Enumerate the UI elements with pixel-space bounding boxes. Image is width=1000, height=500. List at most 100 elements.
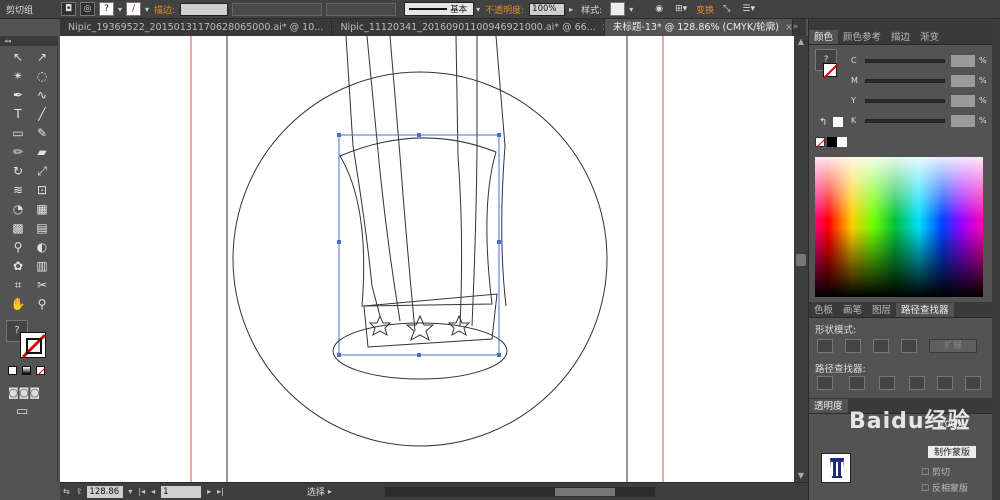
document-canvas[interactable] bbox=[60, 36, 794, 482]
artboard-nav-icon[interactable]: ⇆ bbox=[60, 487, 73, 496]
hand-icon[interactable]: ✋ bbox=[8, 295, 28, 313]
none-mode-icon[interactable] bbox=[36, 366, 47, 377]
collapse-tabs-icon[interactable]: » bbox=[793, 19, 806, 36]
stroke-swatch[interactable]: / bbox=[126, 2, 142, 16]
trim-button[interactable] bbox=[849, 376, 865, 390]
invert-mask-checkbox[interactable]: ☐ 反相蒙版 bbox=[921, 481, 968, 494]
fill-swatch[interactable]: ? bbox=[99, 2, 115, 16]
first-page-icon[interactable]: |◂ bbox=[135, 487, 148, 496]
selection-tool-icon[interactable]: ↖ bbox=[8, 48, 28, 66]
outline-button[interactable] bbox=[937, 376, 953, 390]
eyedropper-icon[interactable]: ⚲ bbox=[8, 238, 28, 256]
white-swatch[interactable] bbox=[837, 137, 847, 147]
symbol-sprayer-icon[interactable]: ✿ bbox=[8, 257, 28, 275]
crop-button[interactable] bbox=[909, 376, 925, 390]
divide-button[interactable] bbox=[817, 376, 833, 390]
slice-icon[interactable]: ✂ bbox=[32, 276, 52, 294]
scale-icon[interactable]: ⤢ bbox=[32, 162, 52, 180]
screen-mode-icon[interactable]: ▭ bbox=[16, 404, 28, 419]
blend-icon[interactable]: ◐ bbox=[32, 238, 52, 256]
perspective-grid-icon[interactable]: ▦ bbox=[32, 200, 52, 218]
opacity-label[interactable]: 不透明度: bbox=[482, 3, 527, 16]
color-spectrum[interactable] bbox=[815, 157, 983, 297]
rotate-icon[interactable]: ↻ bbox=[8, 162, 28, 180]
clip-checkbox[interactable]: ☐ 剪切 bbox=[921, 465, 950, 478]
intersect-button[interactable] bbox=[873, 339, 889, 353]
menu-icon[interactable]: ☰▾ bbox=[736, 4, 761, 14]
black-swatch[interactable] bbox=[827, 137, 837, 147]
gradient-icon[interactable]: ▤ bbox=[32, 219, 52, 237]
scroll-thumb[interactable] bbox=[796, 254, 806, 266]
close-icon[interactable]: × bbox=[785, 22, 792, 33]
horizontal-scrollbar[interactable] bbox=[384, 486, 655, 497]
rectangle-icon[interactable]: ▭ bbox=[8, 124, 28, 142]
flip-icon[interactable]: ⤡ bbox=[717, 4, 736, 14]
next-page-icon[interactable]: ▸ bbox=[204, 487, 214, 496]
tab-color[interactable]: 颜色 bbox=[809, 30, 839, 44]
align-icon[interactable]: ⊞▾ bbox=[669, 4, 693, 14]
make-mask-button[interactable]: 制作蒙版 bbox=[927, 445, 977, 459]
prev-page-icon[interactable]: ◂ bbox=[148, 487, 158, 496]
isolate-icon[interactable]: ◘ bbox=[61, 2, 77, 16]
opacity-field[interactable]: 100% bbox=[529, 2, 566, 16]
variable-width-select[interactable] bbox=[232, 2, 323, 16]
tools-panel-header[interactable]: ◂◂ bbox=[0, 36, 57, 46]
merge-button[interactable] bbox=[879, 376, 895, 390]
tab-gradient[interactable]: 渐变 bbox=[915, 30, 944, 44]
dock-header[interactable] bbox=[809, 19, 1000, 30]
expand-button[interactable]: 扩展 bbox=[929, 339, 977, 353]
line-icon[interactable]: ╱ bbox=[32, 105, 52, 123]
minus-back-button[interactable] bbox=[965, 376, 981, 390]
artboard-icon[interactable]: ⌗ bbox=[8, 276, 28, 294]
none-swatch[interactable] bbox=[815, 137, 827, 149]
tab-layers[interactable]: 图层 bbox=[867, 303, 896, 317]
curvature-icon[interactable]: ∿ bbox=[32, 86, 52, 104]
magenta-slider[interactable]: M% bbox=[831, 75, 996, 87]
transform-link[interactable]: 变换 bbox=[693, 3, 717, 16]
eraser-icon[interactable]: ▰ bbox=[32, 143, 52, 161]
profile-dropdown-icon[interactable]: ▾ bbox=[474, 5, 482, 14]
export-icon[interactable]: ⇪ bbox=[73, 487, 86, 496]
tab-transparency[interactable]: 透明度 bbox=[809, 399, 848, 413]
exclude-button[interactable] bbox=[901, 339, 917, 353]
shape-builder-icon[interactable]: ◔ bbox=[8, 200, 28, 218]
paintbrush-icon[interactable]: ✎ bbox=[32, 124, 52, 142]
tab-brushes[interactable]: 画笔 bbox=[838, 303, 867, 317]
zoom-dropdown-icon[interactable]: ▾ bbox=[125, 487, 135, 496]
mode-arrow-icon[interactable]: ▸ bbox=[325, 487, 335, 496]
free-transform-icon[interactable]: ⊡ bbox=[32, 181, 52, 199]
style-dropdown-icon[interactable]: ▾ bbox=[627, 5, 635, 14]
magic-wand-icon[interactable]: ✴ bbox=[8, 67, 28, 85]
page-field[interactable]: 1 bbox=[161, 485, 202, 498]
transparency-thumbnail[interactable] bbox=[821, 453, 851, 483]
tab-swatches[interactable]: 色板 bbox=[809, 303, 838, 317]
stroke-label[interactable]: 描边: bbox=[151, 3, 178, 16]
stroke-indicator[interactable] bbox=[20, 332, 47, 359]
brush-select[interactable] bbox=[326, 2, 397, 16]
stroke-weight-field[interactable] bbox=[180, 2, 229, 16]
tab-pathfinder[interactable]: 路径查找器 bbox=[896, 303, 954, 317]
unite-button[interactable] bbox=[817, 339, 833, 353]
zoom-field[interactable]: 128.86 bbox=[87, 485, 124, 498]
direct-selection-tool-icon[interactable]: ↗ bbox=[32, 48, 52, 66]
vertical-scrollbar[interactable]: ▲ ▼ bbox=[794, 36, 808, 482]
pen-icon[interactable]: ✒ bbox=[8, 86, 28, 104]
scroll-up-icon[interactable]: ▲ bbox=[794, 36, 808, 48]
gradient-mode-icon[interactable] bbox=[22, 366, 31, 375]
scroll-down-icon[interactable]: ▼ bbox=[794, 470, 808, 482]
stroke-dropdown-icon[interactable]: ▾ bbox=[143, 5, 151, 14]
opacity-arrow-icon[interactable]: ▸ bbox=[567, 5, 575, 14]
warp-icon[interactable]: ≋ bbox=[8, 181, 28, 199]
out-of-gamut-icon[interactable]: ↰ bbox=[819, 117, 827, 128]
yellow-slider[interactable]: Y% bbox=[831, 95, 996, 107]
tab-document-3[interactable]: 未标题-13* @ 128.86% (CMYK/轮廓) × bbox=[604, 19, 793, 36]
lasso-icon[interactable]: ◌ bbox=[32, 67, 52, 85]
type-icon[interactable]: T bbox=[8, 105, 28, 123]
panel-collapse-strip[interactable] bbox=[992, 19, 1000, 500]
last-page-icon[interactable]: ▸| bbox=[214, 487, 227, 496]
tab-document-2[interactable]: Nipic_11120341_20160901100946921000.ai* … bbox=[332, 19, 605, 36]
color-mode-icon[interactable] bbox=[8, 366, 17, 375]
horizontal-scroll-thumb[interactable] bbox=[554, 487, 615, 496]
column-graph-icon[interactable]: ▥ bbox=[32, 257, 52, 275]
style-swatch[interactable] bbox=[610, 2, 626, 16]
